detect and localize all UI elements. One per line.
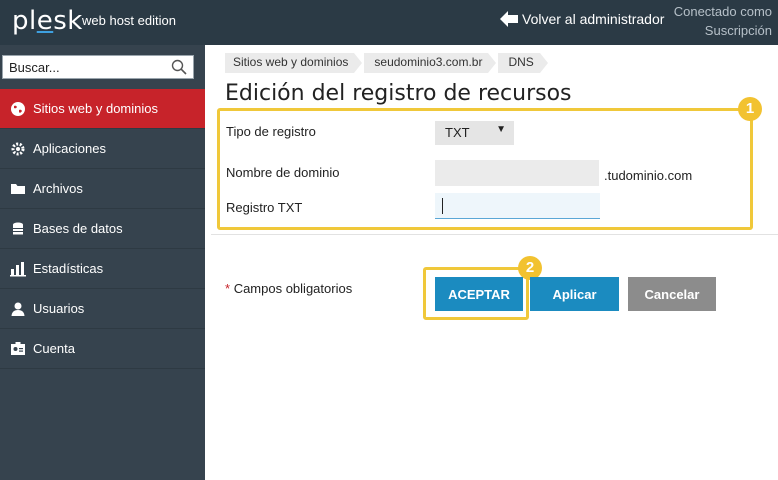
domain-name-label: Nombre de dominio [226, 165, 340, 180]
gear-icon [11, 142, 25, 155]
sidebar-item-label: Estadísticas [33, 261, 104, 276]
search-box [2, 55, 194, 79]
required-text: Campos obligatorios [233, 281, 353, 296]
edition-label: web host edition [82, 13, 176, 28]
step-badge-1: 1 [738, 97, 762, 121]
breadcrumb-item-dns[interactable]: DNS [498, 53, 549, 73]
text-cursor [442, 198, 443, 214]
user-icon [11, 302, 25, 316]
page-title: Edición del registro de recursos [225, 81, 572, 106]
back-to-admin-label: Volver al administrador [522, 11, 665, 27]
bar-chart-icon [10, 261, 26, 276]
sidebar-item-label: Sitios web y dominios [33, 101, 158, 116]
required-star: * [225, 281, 231, 296]
folder-icon [11, 183, 25, 194]
form-divider [211, 234, 778, 235]
txt-record-input[interactable] [435, 193, 600, 219]
record-type-label: Tipo de registro [226, 124, 316, 139]
domain-suffix: .tudominio.com [604, 168, 693, 183]
breadcrumb-item-websites[interactable]: Sitios web y dominios [225, 53, 363, 73]
top-bar: plesk web host edition Volver al adminis… [0, 0, 778, 45]
sidebar-nav: Sitios web y dominios Aplicaciones Archi… [0, 89, 205, 369]
search-input[interactable] [3, 56, 163, 78]
accept-button[interactable]: ACEPTAR [435, 277, 523, 311]
subscription-label: Suscripción [704, 23, 772, 38]
breadcrumb-item-domain[interactable]: seudominio3.com.br [364, 53, 497, 73]
back-to-admin-link[interactable]: Volver al administrador [500, 11, 664, 27]
plesk-logo[interactable]: plesk [12, 6, 83, 36]
sidebar-item-label: Archivos [33, 181, 83, 196]
sidebar-item-files[interactable]: Archivos [0, 169, 205, 209]
search-icon[interactable] [171, 59, 187, 75]
breadcrumb: Sitios web y dominios seudominio3.com.br… [225, 53, 549, 73]
main-content: Sitios web y dominios seudominio3.com.br… [205, 45, 778, 480]
txt-record-label: Registro TXT [226, 200, 303, 215]
connected-as-label: Conectado como [673, 4, 772, 19]
sidebar-item-users[interactable]: Usuarios [0, 289, 205, 329]
account-icon [11, 341, 25, 355]
caret-down-icon: ▼ [496, 124, 506, 135]
sidebar-item-label: Aplicaciones [33, 141, 106, 156]
connected-as[interactable]: Conectado como Suscripción [674, 2, 772, 40]
globe-icon [11, 101, 25, 116]
sidebar-item-label: Bases de datos [33, 221, 123, 236]
sidebar-item-account[interactable]: Cuenta [0, 329, 205, 369]
apply-button[interactable]: Aplicar [530, 277, 619, 311]
sidebar-item-label: Usuarios [33, 301, 85, 316]
record-type-value: TXT [445, 125, 470, 140]
sidebar-item-websites[interactable]: Sitios web y dominios [0, 89, 205, 129]
cancel-button[interactable]: Cancelar [628, 277, 716, 311]
record-type-select[interactable]: TXT ▼ [435, 121, 514, 145]
arrow-left-icon [500, 11, 518, 27]
domain-name-input[interactable] [435, 160, 599, 186]
sidebar: Sitios web y dominios Aplicaciones Archi… [0, 45, 205, 480]
sidebar-item-databases[interactable]: Bases de datos [0, 209, 205, 249]
sidebar-item-statistics[interactable]: Estadísticas [0, 249, 205, 289]
sidebar-item-label: Cuenta [33, 341, 75, 356]
sidebar-item-applications[interactable]: Aplicaciones [0, 129, 205, 169]
database-icon [13, 222, 23, 234]
required-fields-note: * Campos obligatorios [225, 281, 352, 296]
